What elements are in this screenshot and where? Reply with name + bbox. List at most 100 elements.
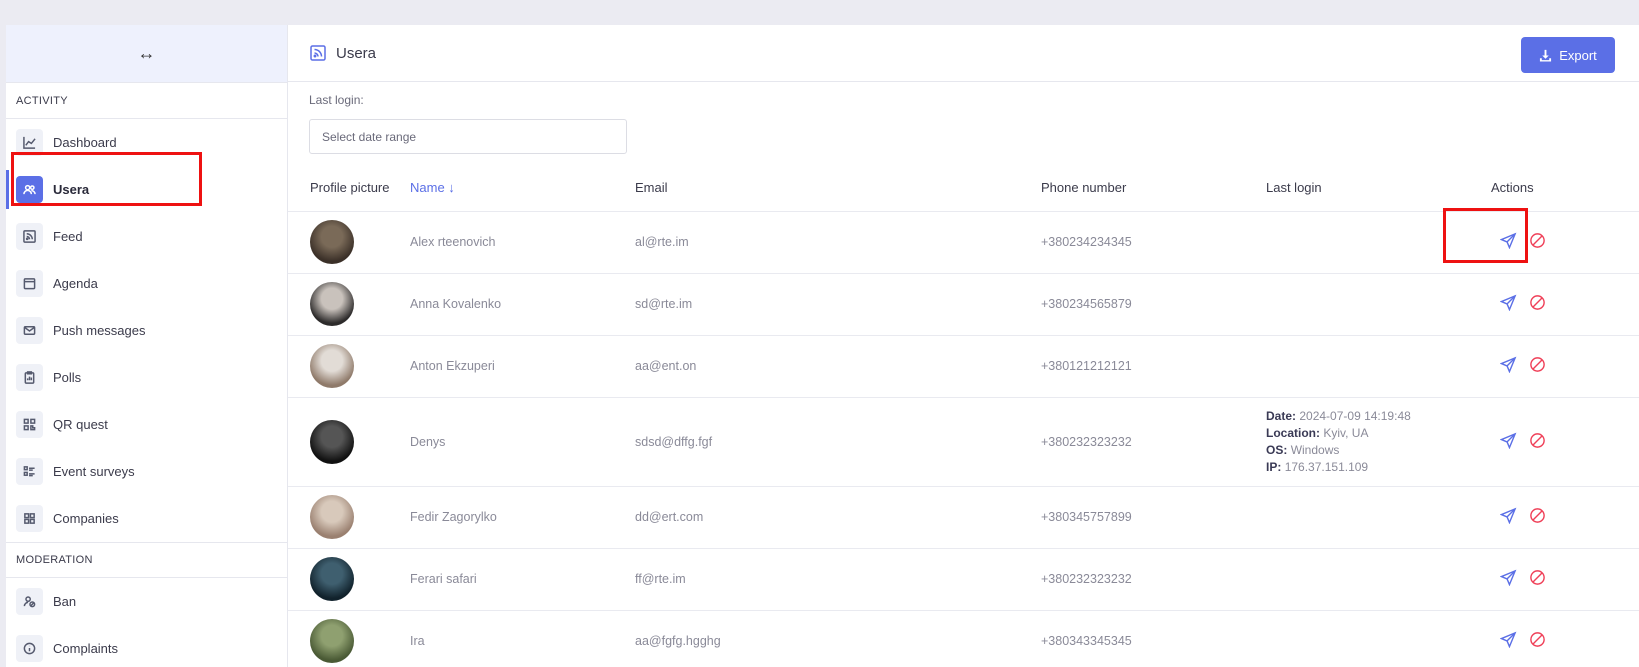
cell-name: Fedir Zagorylko bbox=[410, 486, 635, 549]
send-message-icon[interactable] bbox=[1499, 294, 1517, 314]
cell-profile-picture bbox=[288, 211, 410, 274]
page-title: Usera bbox=[336, 44, 377, 62]
sidebar-item-event-surveys[interactable]: Event surveys bbox=[6, 448, 287, 495]
sidebar-collapse-toggle[interactable]: ↔ bbox=[6, 25, 287, 83]
cell-phone: +380121212121 bbox=[1041, 335, 1266, 398]
send-message-icon[interactable] bbox=[1499, 432, 1517, 452]
col-phone-number: Phone number bbox=[1041, 165, 1266, 212]
qr-code-icon bbox=[16, 411, 43, 438]
col-email: Email bbox=[635, 165, 1041, 212]
cell-phone: +380232323232 bbox=[1041, 397, 1266, 487]
calendar-icon bbox=[16, 270, 43, 297]
cell-email: sdsd@dffg.fgf bbox=[635, 397, 1041, 487]
user-ban-icon bbox=[16, 588, 43, 615]
sidebar-item-label: Push messages bbox=[53, 323, 146, 338]
login-ip-label: IP: bbox=[1266, 459, 1282, 474]
login-location-value: Kyiv, UA bbox=[1323, 425, 1369, 440]
cell-name: Denys bbox=[410, 397, 635, 487]
col-actions: Actions bbox=[1491, 165, 1639, 212]
cell-actions bbox=[1491, 486, 1639, 549]
cell-profile-picture bbox=[288, 335, 410, 398]
table-row: Ira aa@fgfg.hgghg +380343345345 bbox=[288, 610, 1639, 667]
cell-name: Alex rteenovich bbox=[410, 211, 635, 274]
send-message-icon[interactable] bbox=[1499, 631, 1517, 651]
login-ip-value: 176.37.151.109 bbox=[1284, 459, 1369, 474]
cell-profile-picture bbox=[288, 610, 410, 667]
info-circle-icon bbox=[16, 635, 43, 662]
sidebar-item-push-messages[interactable]: Push messages bbox=[6, 307, 287, 354]
cell-last-login bbox=[1266, 273, 1491, 336]
sidebar-item-label: Polls bbox=[53, 370, 82, 385]
sidebar-item-users[interactable]: Usera bbox=[6, 166, 287, 213]
sidebar-item-qr-quest[interactable]: QR quest bbox=[6, 401, 287, 448]
sidebar-item-label: QR quest bbox=[53, 417, 108, 432]
cell-email: al@rte.im bbox=[635, 211, 1041, 274]
users-icon bbox=[16, 176, 43, 203]
chart-line-icon bbox=[16, 129, 43, 156]
avatar[interactable] bbox=[310, 344, 354, 388]
sidebar-item-complaints[interactable]: Complaints bbox=[6, 625, 287, 667]
ban-user-icon[interactable] bbox=[1529, 631, 1546, 651]
send-message-icon[interactable] bbox=[1499, 507, 1517, 527]
sidebar-item-feed[interactable]: Feed bbox=[6, 213, 287, 260]
login-location-label: Location: bbox=[1266, 425, 1320, 440]
table-header-row: Profile picture Name ↓ Email Phone numbe… bbox=[288, 165, 1639, 212]
cell-name: Anton Ekzuperi bbox=[410, 335, 635, 398]
sidebar-item-ban[interactable]: Ban bbox=[6, 578, 287, 625]
cell-email: sd@rte.im bbox=[635, 273, 1041, 336]
rss-icon bbox=[16, 223, 43, 250]
last-login-filter-label: Last login: bbox=[309, 93, 364, 107]
cell-actions bbox=[1491, 610, 1639, 667]
send-message-icon[interactable] bbox=[1499, 569, 1517, 589]
col-name-sort[interactable]: Name ↓ bbox=[410, 165, 635, 212]
cell-last-login bbox=[1266, 486, 1491, 549]
avatar[interactable] bbox=[310, 495, 354, 539]
avatar[interactable] bbox=[310, 619, 354, 663]
ban-user-icon[interactable] bbox=[1529, 356, 1546, 376]
avatar[interactable] bbox=[310, 419, 354, 464]
cell-actions bbox=[1491, 548, 1639, 611]
sidebar-item-label: Agenda bbox=[53, 276, 98, 291]
table-row: Alex rteenovich al@rte.im +380234234345 bbox=[288, 211, 1639, 274]
cell-last-login bbox=[1266, 548, 1491, 611]
sidebar-item-label: Companies bbox=[53, 511, 119, 526]
cell-last-login bbox=[1266, 610, 1491, 667]
send-message-icon[interactable] bbox=[1499, 356, 1517, 376]
ban-user-icon[interactable] bbox=[1529, 569, 1546, 589]
date-range-input[interactable] bbox=[309, 119, 627, 154]
cell-last-login bbox=[1266, 335, 1491, 398]
avatar[interactable] bbox=[310, 220, 354, 264]
cell-phone: +380232323232 bbox=[1041, 548, 1266, 611]
sidebar-item-polls[interactable]: Polls bbox=[6, 354, 287, 401]
ban-user-icon[interactable] bbox=[1529, 232, 1546, 252]
cell-profile-picture bbox=[288, 397, 410, 487]
cell-name: Ferari safari bbox=[410, 548, 635, 611]
table-row: Fedir Zagorylko dd@ert.com +380345757899 bbox=[288, 486, 1639, 549]
cell-email: aa@ent.on bbox=[635, 335, 1041, 398]
send-message-icon[interactable] bbox=[1499, 232, 1517, 252]
cell-phone: +380234234345 bbox=[1041, 211, 1266, 274]
cell-profile-picture bbox=[288, 486, 410, 549]
sidebar-item-dashboard[interactable]: Dashboard bbox=[6, 119, 287, 166]
avatar[interactable] bbox=[310, 557, 354, 601]
cell-name: Anna Kovalenko bbox=[410, 273, 635, 336]
cell-profile-picture bbox=[288, 548, 410, 611]
avatar[interactable] bbox=[310, 282, 354, 326]
cell-phone: +380234565879 bbox=[1041, 273, 1266, 336]
ban-user-icon[interactable] bbox=[1529, 294, 1546, 314]
sidebar-item-label: Complaints bbox=[53, 641, 119, 656]
section-moderation: MODERATION bbox=[6, 542, 287, 578]
col-last-login: Last login bbox=[1266, 165, 1491, 212]
sidebar-item-label: Dashboard bbox=[53, 135, 117, 150]
export-button[interactable]: Export bbox=[1521, 37, 1615, 73]
cell-email: ff@rte.im bbox=[635, 548, 1041, 611]
ban-user-icon[interactable] bbox=[1529, 507, 1546, 527]
sidebar-item-agenda[interactable]: Agenda bbox=[6, 260, 287, 307]
cell-last-login: Date: 2024-07-09 14:19:48 Location: Kyiv,… bbox=[1266, 397, 1491, 487]
ban-user-icon[interactable] bbox=[1529, 432, 1546, 452]
sidebar-item-companies[interactable]: Companies bbox=[6, 495, 287, 542]
cell-actions bbox=[1491, 335, 1639, 398]
resize-arrows-icon[interactable]: ↔ bbox=[138, 43, 156, 64]
table-row: Ferari safari ff@rte.im +380232323232 bbox=[288, 548, 1639, 611]
users-table: Profile picture Name ↓ Email Phone numbe… bbox=[288, 165, 1639, 667]
